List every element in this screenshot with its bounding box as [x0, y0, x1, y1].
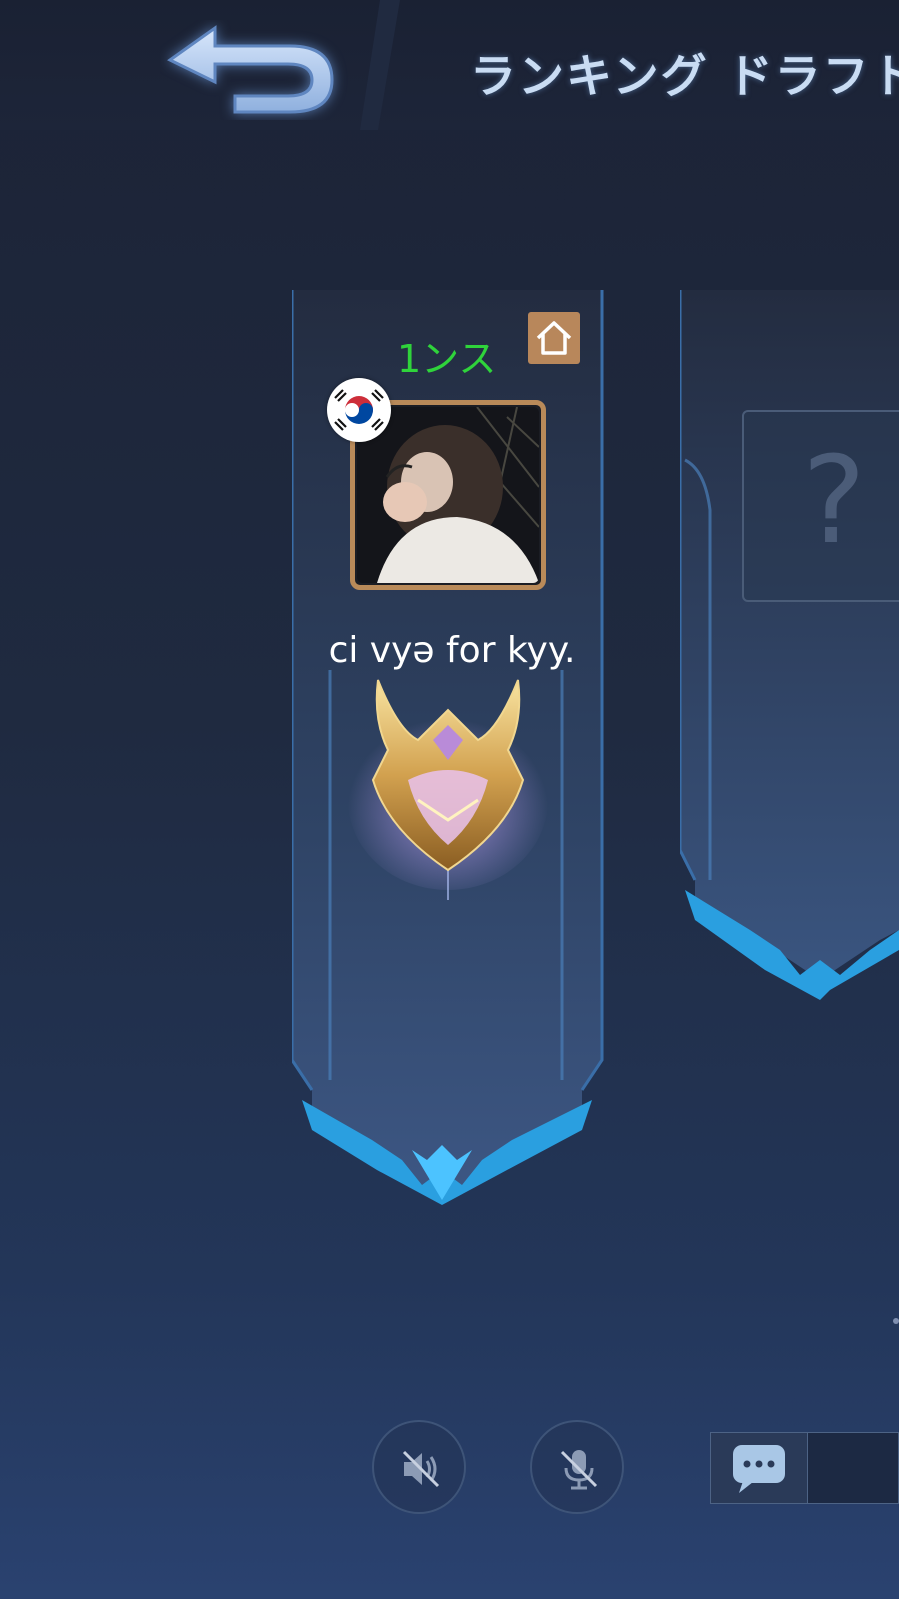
mythic-rank-emblem-icon	[348, 670, 548, 910]
question-mark-icon: ?	[802, 432, 866, 571]
chat-bubble-icon	[733, 1445, 785, 1493]
back-button[interactable]	[160, 20, 350, 120]
player-name: ci vyə for kyy.	[328, 630, 576, 671]
south-korea-flag-icon	[327, 378, 391, 442]
empty-card-frame	[680, 290, 899, 1000]
page-title: ランキング ドラフト	[470, 49, 899, 103]
home-icon[interactable]	[528, 312, 580, 364]
chat-button[interactable]	[711, 1433, 808, 1503]
back-arrow-icon	[167, 25, 334, 114]
side-indicator	[893, 1318, 899, 1324]
header-divider	[360, 0, 400, 130]
mic-mute-button[interactable]	[530, 1420, 624, 1514]
mic-muted-icon	[560, 1450, 598, 1490]
status-text: 1ンス	[397, 337, 497, 381]
speaker-mute-button[interactable]	[372, 1420, 466, 1514]
top-bar: ランキング ドラフト	[0, 0, 899, 130]
empty-player-card: ?	[680, 280, 899, 1020]
empty-avatar-slot: ?	[742, 410, 899, 602]
player-card: 1ンス ci vyə for kyy.	[292, 280, 612, 1230]
speaker-muted-icon	[402, 1450, 440, 1488]
chat-bar[interactable]	[710, 1432, 899, 1504]
